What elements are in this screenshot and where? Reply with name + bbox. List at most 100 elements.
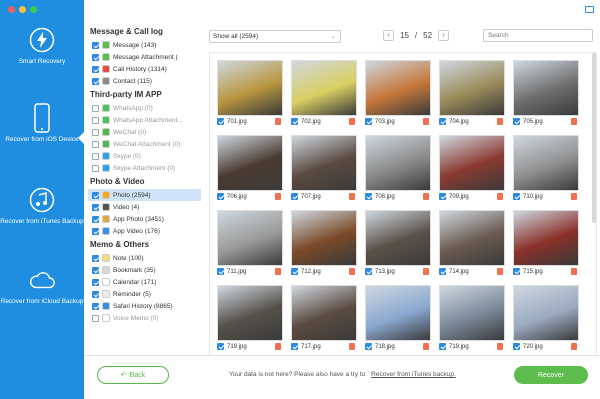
trash-icon[interactable] [497,118,503,125]
tree-item[interactable]: App Photo (3451) [88,213,201,225]
window-mode-icon[interactable] [585,6,594,13]
tree-item-checkbox[interactable] [92,53,99,61]
tree-item[interactable]: WeChat Attachment (0) [88,138,201,150]
tree-item-checkbox[interactable] [92,290,99,298]
trash-icon[interactable] [423,343,429,350]
tree-item[interactable]: App Video (176) [88,225,201,237]
photo-checkbox[interactable] [439,193,446,200]
photo-tile[interactable]: 702.jpg [291,60,357,127]
search-input[interactable] [483,29,593,42]
photo-checkbox[interactable] [365,193,372,200]
photo-thumbnail[interactable] [439,60,505,116]
photo-tile[interactable]: 719.jpg [439,285,505,352]
tree-item-checkbox[interactable] [92,191,99,199]
tree-item[interactable]: Bookmark (35) [88,264,201,276]
tree-item[interactable]: WeChat (0) [88,126,201,138]
photo-thumbnail[interactable] [439,285,505,341]
trash-icon[interactable] [571,343,577,350]
tree-item[interactable]: Message (143) [88,39,201,51]
photo-tile[interactable]: 719.jpg [217,285,283,352]
photo-thumbnail[interactable] [365,135,431,191]
tree-item-checkbox[interactable] [92,302,99,310]
photo-checkbox[interactable] [291,343,298,350]
photo-thumbnail[interactable] [513,285,579,341]
recover-button[interactable]: Recover [514,366,588,384]
sidebar-item-3[interactable]: Recover from iCloud Backup [0,266,84,306]
trash-icon[interactable] [423,193,429,200]
photo-tile[interactable]: 710.jpg [513,135,579,202]
photo-tile[interactable]: 704.jpg [439,60,505,127]
next-page-button[interactable]: › [438,30,450,41]
tree-item[interactable]: Note (100) [88,252,201,264]
tree-item[interactable]: Skype Attachment (0) [88,162,201,174]
filter-dropdown[interactable]: Show all (2594) ⌄ [209,30,341,43]
tree-item-checkbox[interactable] [92,254,99,262]
photo-checkbox[interactable] [365,268,372,275]
sidebar-item-1[interactable]: Recover from iOS Device [0,103,84,144]
photo-thumbnail[interactable] [217,60,283,116]
sidebar-item-0[interactable]: Smart Recovery [0,26,84,66]
photo-checkbox[interactable] [217,343,224,350]
tree-item-checkbox[interactable] [92,152,99,160]
tree-item[interactable]: Safari History (8865) [88,300,201,312]
tree-item-checkbox[interactable] [92,128,99,136]
photo-checkbox[interactable] [291,268,298,275]
photo-checkbox[interactable] [439,268,446,275]
tree-item[interactable]: WhatsApp (0) [88,102,201,114]
trash-icon[interactable] [423,268,429,275]
tree-item[interactable]: Voice Memo (0) [88,312,201,324]
photo-tile[interactable]: 706.jpg [217,135,283,202]
photo-checkbox[interactable] [291,118,298,125]
photo-thumbnail[interactable] [217,135,283,191]
photo-checkbox[interactable] [513,118,520,125]
photo-thumbnail[interactable] [365,60,431,116]
photo-checkbox[interactable] [513,268,520,275]
photo-thumbnail[interactable] [513,210,579,266]
trash-icon[interactable] [349,343,355,350]
trash-icon[interactable] [349,268,355,275]
photo-tile[interactable]: 713.jpg [365,210,431,277]
trash-icon[interactable] [497,343,503,350]
tree-item-checkbox[interactable] [92,104,99,112]
zoom-window-icon[interactable] [30,6,37,13]
tree-item[interactable]: Photo (2594) [88,189,201,201]
trash-icon[interactable] [571,193,577,200]
tree-item-checkbox[interactable] [92,314,99,322]
trash-icon[interactable] [275,268,281,275]
trash-icon[interactable] [571,118,577,125]
tree-item-checkbox[interactable] [92,65,99,73]
tree-item[interactable]: WhatsApp Attachment... [88,114,201,126]
photo-thumbnail[interactable] [513,60,579,116]
photo-checkbox[interactable] [291,193,298,200]
photo-thumbnail[interactable] [439,135,505,191]
photo-tile[interactable]: 714.jpg [439,210,505,277]
trash-icon[interactable] [275,193,281,200]
tree-item[interactable]: Calendar (171) [88,276,201,288]
photo-checkbox[interactable] [439,118,446,125]
tree-item[interactable]: Contact (115) [88,75,201,87]
photo-thumbnail[interactable] [439,210,505,266]
photo-thumbnail[interactable] [217,285,283,341]
photo-checkbox[interactable] [365,343,372,350]
tree-item-checkbox[interactable] [92,77,99,85]
photo-tile[interactable]: 703.jpg [365,60,431,127]
tree-item-checkbox[interactable] [92,164,99,172]
sidebar-item-2[interactable]: Recover from iTunes Backup [0,186,84,226]
tree-item-checkbox[interactable] [92,266,99,274]
photo-checkbox[interactable] [365,118,372,125]
photo-thumbnail[interactable] [291,210,357,266]
tree-item[interactable]: Video (4) [88,201,201,213]
photo-tile[interactable]: 717.jpg [291,285,357,352]
photo-tile[interactable]: 712.jpg [291,210,357,277]
photo-tile[interactable]: 705.jpg [513,60,579,127]
tree-item-checkbox[interactable] [92,215,99,223]
tree-item-checkbox[interactable] [92,227,99,235]
photo-checkbox[interactable] [217,118,224,125]
photo-thumbnail[interactable] [217,210,283,266]
trash-icon[interactable] [571,268,577,275]
tree-item-checkbox[interactable] [92,116,99,124]
photo-checkbox[interactable] [439,343,446,350]
photo-checkbox[interactable] [217,268,224,275]
recover-itunes-link[interactable]: Recover from iTunes backup. [371,371,456,378]
photo-thumbnail[interactable] [291,60,357,116]
